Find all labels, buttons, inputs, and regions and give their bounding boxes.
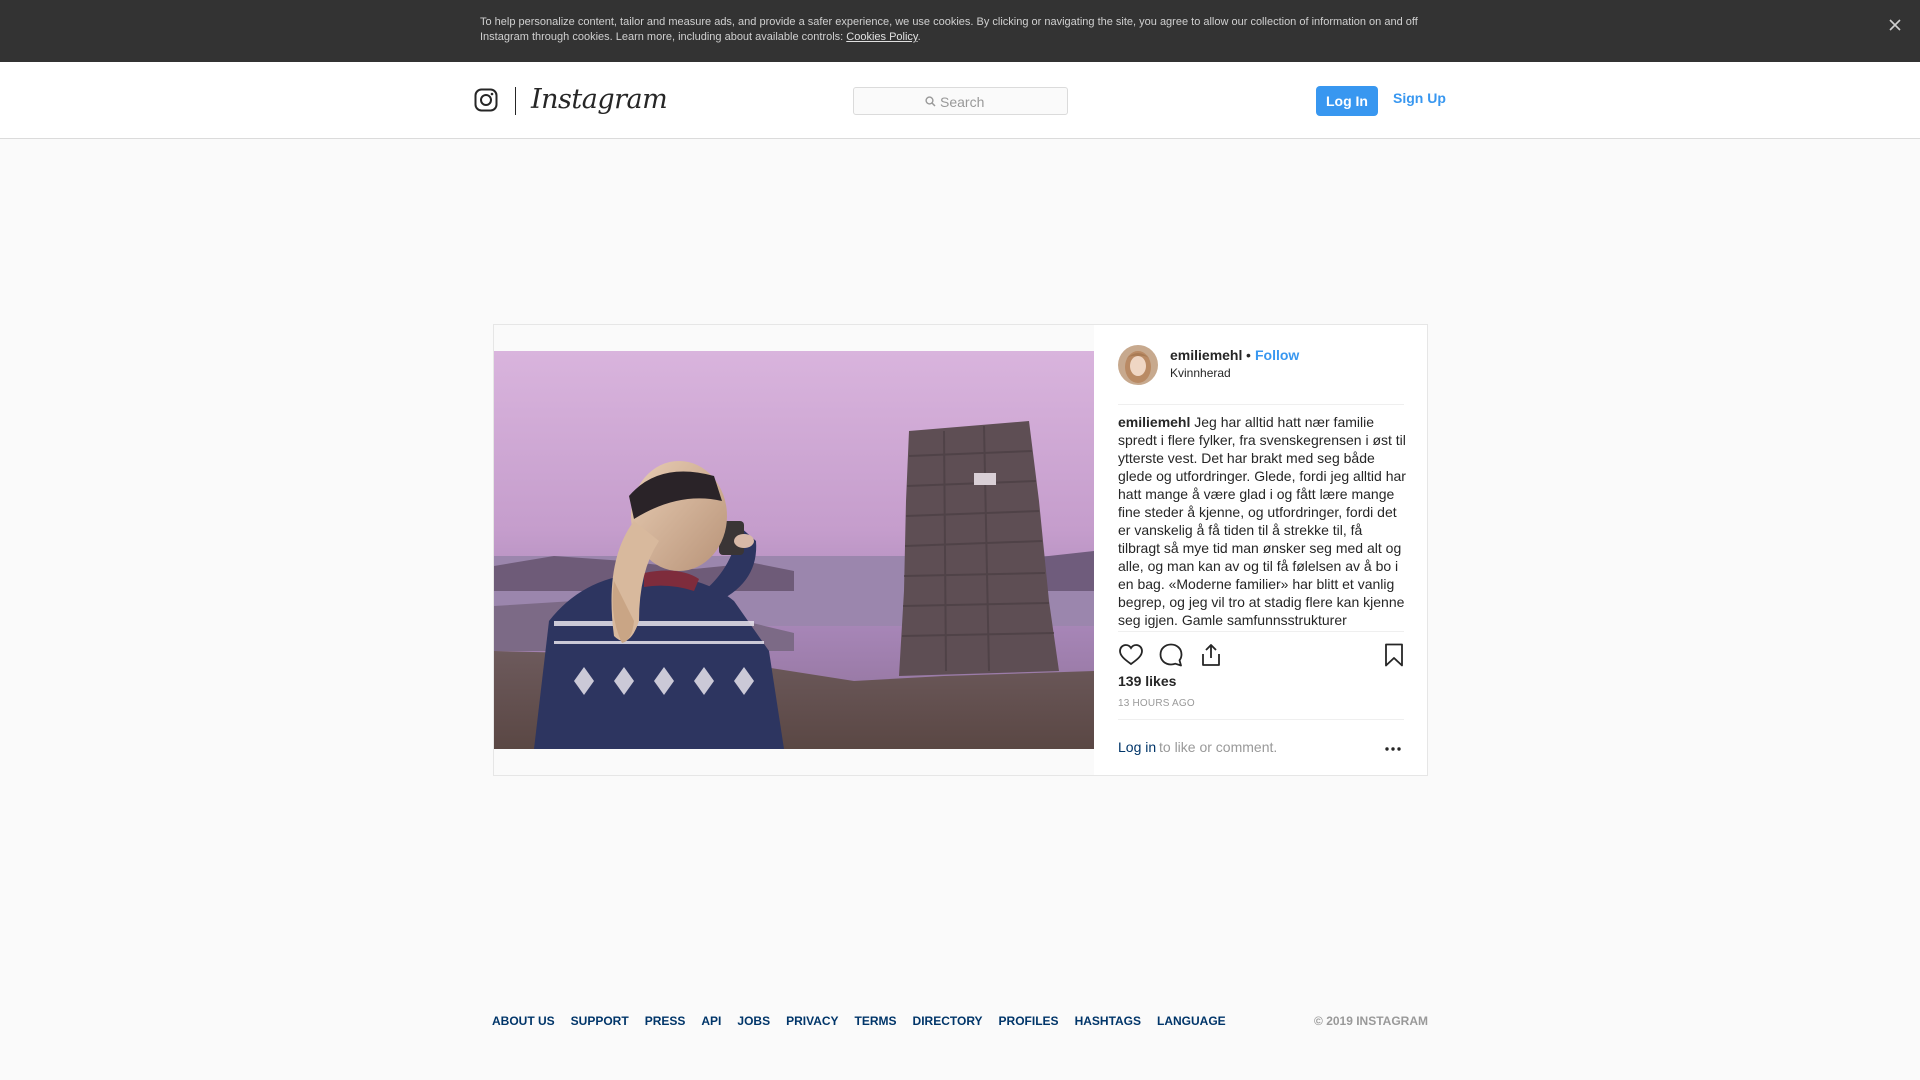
post-caption: emiliemehl Jeg har alltid hatt nær famil… bbox=[1118, 413, 1408, 629]
footer-link-privacy[interactable]: PRIVACY bbox=[786, 1014, 838, 1028]
post-card: emiliemehl • Follow Kvinnherad emiliemeh… bbox=[493, 324, 1428, 776]
more-icon[interactable] bbox=[1382, 742, 1404, 756]
post-username[interactable]: emiliemehl bbox=[1170, 347, 1242, 363]
post-header: emiliemehl • Follow Kvinnherad bbox=[1118, 345, 1404, 405]
post-media bbox=[494, 325, 1094, 775]
post-photo[interactable] bbox=[494, 351, 1094, 749]
top-nav: Instagram Log In Sign Up bbox=[0, 62, 1920, 139]
footer-copyright: © 2019 INSTAGRAM bbox=[1314, 1014, 1428, 1028]
login-button[interactable]: Log In bbox=[1316, 86, 1378, 116]
footer-link-directory[interactable]: DIRECTORY bbox=[913, 1014, 983, 1028]
instagram-icon[interactable] bbox=[474, 88, 498, 112]
footer-links: ABOUT US SUPPORT PRESS API JOBS PRIVACY TERMS D… bbox=[492, 1014, 1226, 1028]
login-link[interactable]: Log in bbox=[1118, 739, 1156, 755]
footer-link-hashtags[interactable]: HASHTAGS bbox=[1075, 1014, 1141, 1028]
post-location[interactable]: Kvinnherad bbox=[1170, 366, 1231, 380]
cookie-message: To help personalize content, tailor and … bbox=[480, 16, 1418, 43]
cookie-banner: To help personalize content, tailor and … bbox=[0, 0, 1920, 62]
caption-text: Jeg har alltid hatt nær familie spredt i… bbox=[1118, 414, 1406, 628]
share-icon[interactable] bbox=[1198, 642, 1224, 668]
footer-link-language[interactable]: LANGUAGE bbox=[1157, 1014, 1226, 1028]
comment-icon[interactable] bbox=[1158, 642, 1184, 668]
signup-button[interactable]: Sign Up bbox=[1393, 90, 1446, 106]
footer-link-press[interactable]: PRESS bbox=[645, 1014, 686, 1028]
footer-link-terms[interactable]: TERMS bbox=[855, 1014, 897, 1028]
nav-divider bbox=[515, 87, 516, 115]
comment-prompt: Log in to like or comment. bbox=[1118, 719, 1404, 773]
footer-link-support[interactable]: SUPPORT bbox=[571, 1014, 629, 1028]
instagram-logo[interactable]: Instagram bbox=[531, 84, 668, 115]
heart-icon[interactable] bbox=[1118, 642, 1144, 668]
footer-link-api[interactable]: API bbox=[701, 1014, 721, 1028]
bookmark-icon[interactable] bbox=[1381, 642, 1407, 668]
search-input[interactable] bbox=[940, 92, 1060, 111]
post-actions bbox=[1118, 631, 1404, 671]
caption-username[interactable]: emiliemehl bbox=[1118, 414, 1190, 430]
post-sidebar: emiliemehl • Follow Kvinnherad emiliemeh… bbox=[1094, 325, 1427, 775]
footer-link-profiles[interactable]: PROFILES bbox=[999, 1014, 1059, 1028]
footer: ABOUT US SUPPORT PRESS API JOBS PRIVACY TERMS D… bbox=[492, 1014, 1428, 1032]
header-separator: • bbox=[1246, 347, 1251, 363]
footer-link-about-us[interactable]: ABOUT US bbox=[492, 1014, 555, 1028]
avatar[interactable] bbox=[1118, 345, 1158, 385]
search-box[interactable] bbox=[853, 87, 1068, 115]
follow-button[interactable]: Follow bbox=[1255, 347, 1299, 363]
cookies-policy-link[interactable]: Cookies Policy bbox=[846, 31, 917, 43]
cookie-text: To help personalize content, tailor and … bbox=[480, 15, 1440, 45]
cookie-trailing: . bbox=[917, 31, 921, 43]
post-timestamp: 13 HOURS AGO bbox=[1118, 698, 1195, 709]
search-icon bbox=[925, 96, 936, 107]
login-prompt-text: to like or comment. bbox=[1159, 739, 1278, 755]
like-count[interactable]: 139 likes bbox=[1118, 673, 1176, 689]
footer-link-jobs[interactable]: JOBS bbox=[737, 1014, 770, 1028]
close-icon[interactable] bbox=[1884, 14, 1906, 36]
